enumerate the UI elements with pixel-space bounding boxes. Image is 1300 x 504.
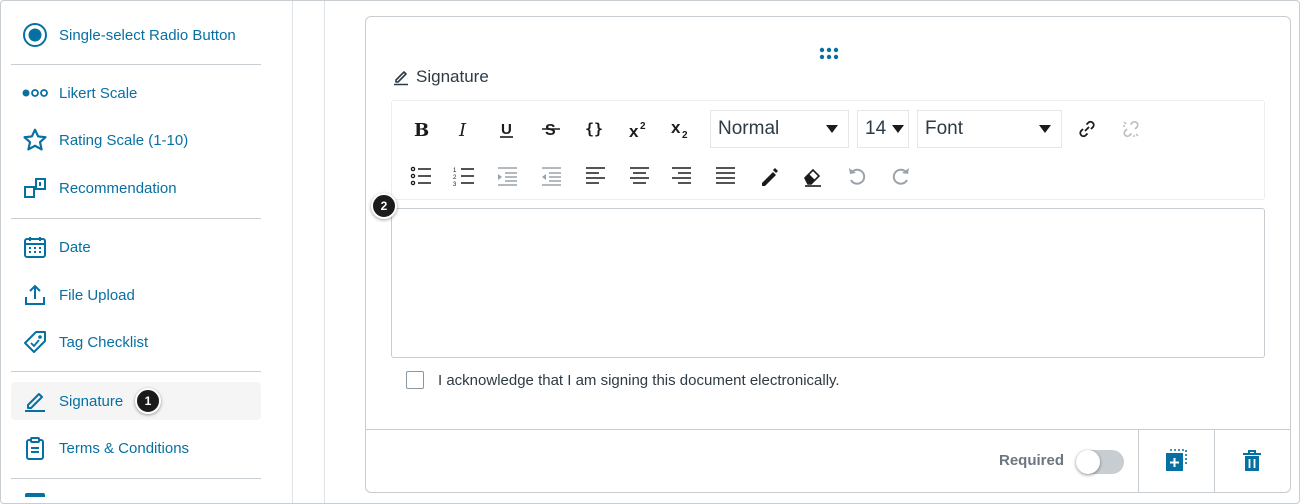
svg-text:x: x <box>671 118 681 137</box>
sidebar-item-file-upload[interactable]: File Upload <box>11 276 261 314</box>
chevron-down-icon <box>1039 125 1051 133</box>
sidebar-item-label: Signature <box>59 392 124 410</box>
svg-text:3: 3 <box>453 182 457 187</box>
bold-icon[interactable]: B <box>404 112 438 146</box>
toggle-knob <box>1076 450 1100 474</box>
paragraph-format-select[interactable]: Normal <box>710 110 849 148</box>
sidebar-item-label: Rating Scale (1-10) <box>59 131 189 149</box>
redo-icon[interactable] <box>884 159 918 193</box>
question-title-text: Signature <box>416 67 489 86</box>
align-right-icon[interactable] <box>664 159 698 193</box>
sidebar-item-label: Date <box>59 238 91 256</box>
acknowledge-label: I acknowledge that I am signing this doc… <box>438 371 840 389</box>
chevron-down-icon <box>826 125 838 133</box>
text-color-icon[interactable] <box>752 159 786 193</box>
radio-button-icon <box>21 21 49 49</box>
signature-question-card: Signature B I U S {} x2 x2 Normal 14 Fon… <box>365 16 1291 493</box>
outdent-icon[interactable] <box>534 159 568 193</box>
svg-text:U: U <box>501 121 512 138</box>
font-family-value: Font <box>925 118 964 139</box>
next-item-icon-partial <box>25 493 45 497</box>
column-divider <box>324 1 325 503</box>
question-title: Signature <box>392 67 489 87</box>
svg-text:S: S <box>545 122 556 139</box>
required-label: Required <box>998 452 1064 469</box>
tag-icon <box>21 328 49 356</box>
sidebar-item-tag-checklist[interactable]: Tag Checklist <box>11 323 261 361</box>
trash-icon <box>1243 450 1261 471</box>
divider <box>11 218 261 219</box>
subscript-icon[interactable]: x2 <box>664 112 698 146</box>
upload-icon <box>21 281 49 309</box>
svg-text:2: 2 <box>640 121 646 132</box>
font-size-select[interactable]: 14 <box>857 110 909 148</box>
divider <box>1138 430 1139 493</box>
sidebar-item-label: Recommendation <box>59 179 177 197</box>
rich-text-toolbar: B I U S {} x2 x2 Normal 14 Font 1 2 3 <box>391 100 1265 200</box>
strikethrough-icon[interactable]: S <box>534 112 568 146</box>
clipboard-icon <box>21 434 49 462</box>
sidebar-item-label: File Upload <box>59 286 135 304</box>
svg-text:2: 2 <box>682 130 688 140</box>
indent-icon[interactable] <box>490 159 524 193</box>
calendar-icon <box>21 233 49 261</box>
svg-text:x: x <box>629 122 639 140</box>
divider <box>11 478 261 479</box>
sidebar-item-date[interactable]: Date <box>11 228 261 266</box>
align-center-icon[interactable] <box>622 159 656 193</box>
star-icon <box>21 126 49 154</box>
font-family-select[interactable]: Font <box>917 110 1062 148</box>
drag-handle-icon[interactable] <box>818 46 840 62</box>
divider <box>1214 430 1215 493</box>
paragraph-format-value: Normal <box>718 118 780 139</box>
clear-format-icon[interactable] <box>796 159 830 193</box>
sidebar-item-label: Single-select Radio Button <box>59 26 236 44</box>
numbered-list-icon[interactable]: 123 <box>447 159 481 193</box>
sidebar-item-terms[interactable]: Terms & Conditions <box>11 429 261 467</box>
italic-icon[interactable]: I <box>447 112 481 146</box>
acknowledge-checkbox[interactable] <box>406 371 424 389</box>
divider <box>11 64 261 65</box>
question-type-sidebar: Single-select Radio Button Likert Scale … <box>1 1 293 503</box>
sidebar-item-likert[interactable]: Likert Scale <box>11 74 261 112</box>
question-builder: Single-select Radio Button Likert Scale … <box>0 0 1300 504</box>
sidebar-item-single-select[interactable]: Single-select Radio Button <box>11 16 261 54</box>
callout-badge-1: 1 <box>135 388 161 414</box>
divider <box>11 371 261 372</box>
chevron-down-icon <box>892 125 904 133</box>
pencil-icon <box>21 387 49 415</box>
likert-dots-icon <box>21 79 49 107</box>
sidebar-item-label: Likert Scale <box>59 84 138 102</box>
align-left-icon[interactable] <box>578 159 612 193</box>
callout-badge-2: 2 <box>371 193 397 219</box>
duplicate-icon <box>1166 449 1187 471</box>
acknowledge-row: I acknowledge that I am signing this doc… <box>406 371 840 389</box>
code-braces-icon[interactable]: {} <box>578 112 612 146</box>
justify-icon[interactable] <box>708 159 742 193</box>
unlink-icon[interactable] <box>1114 112 1148 146</box>
sidebar-item-rating-scale[interactable]: Rating Scale (1-10) <box>11 121 261 159</box>
sidebar-item-label: Tag Checklist <box>59 333 149 351</box>
svg-text:2: 2 <box>453 175 457 181</box>
font-size-value: 14 <box>865 118 887 139</box>
signature-editor[interactable] <box>391 208 1265 358</box>
sidebar-item-label: Terms & Conditions <box>59 439 190 457</box>
delete-question-button[interactable] <box>1237 446 1267 476</box>
svg-text:I: I <box>458 120 467 139</box>
link-icon[interactable] <box>1070 112 1104 146</box>
undo-icon[interactable] <box>840 159 874 193</box>
bullet-list-icon[interactable] <box>404 159 438 193</box>
question-footer: Required <box>366 429 1290 493</box>
sidebar-item-recommendation[interactable]: Recommendation <box>11 169 261 207</box>
recommendation-icon <box>21 174 49 202</box>
svg-text:{}: {} <box>585 120 603 138</box>
svg-text:B: B <box>414 120 429 139</box>
pencil-icon <box>394 71 408 86</box>
superscript-icon[interactable]: x2 <box>622 112 656 146</box>
required-toggle[interactable] <box>1076 450 1124 474</box>
duplicate-question-button[interactable] <box>1161 446 1191 476</box>
svg-text:1: 1 <box>453 168 457 174</box>
underline-icon[interactable]: U <box>490 112 524 146</box>
